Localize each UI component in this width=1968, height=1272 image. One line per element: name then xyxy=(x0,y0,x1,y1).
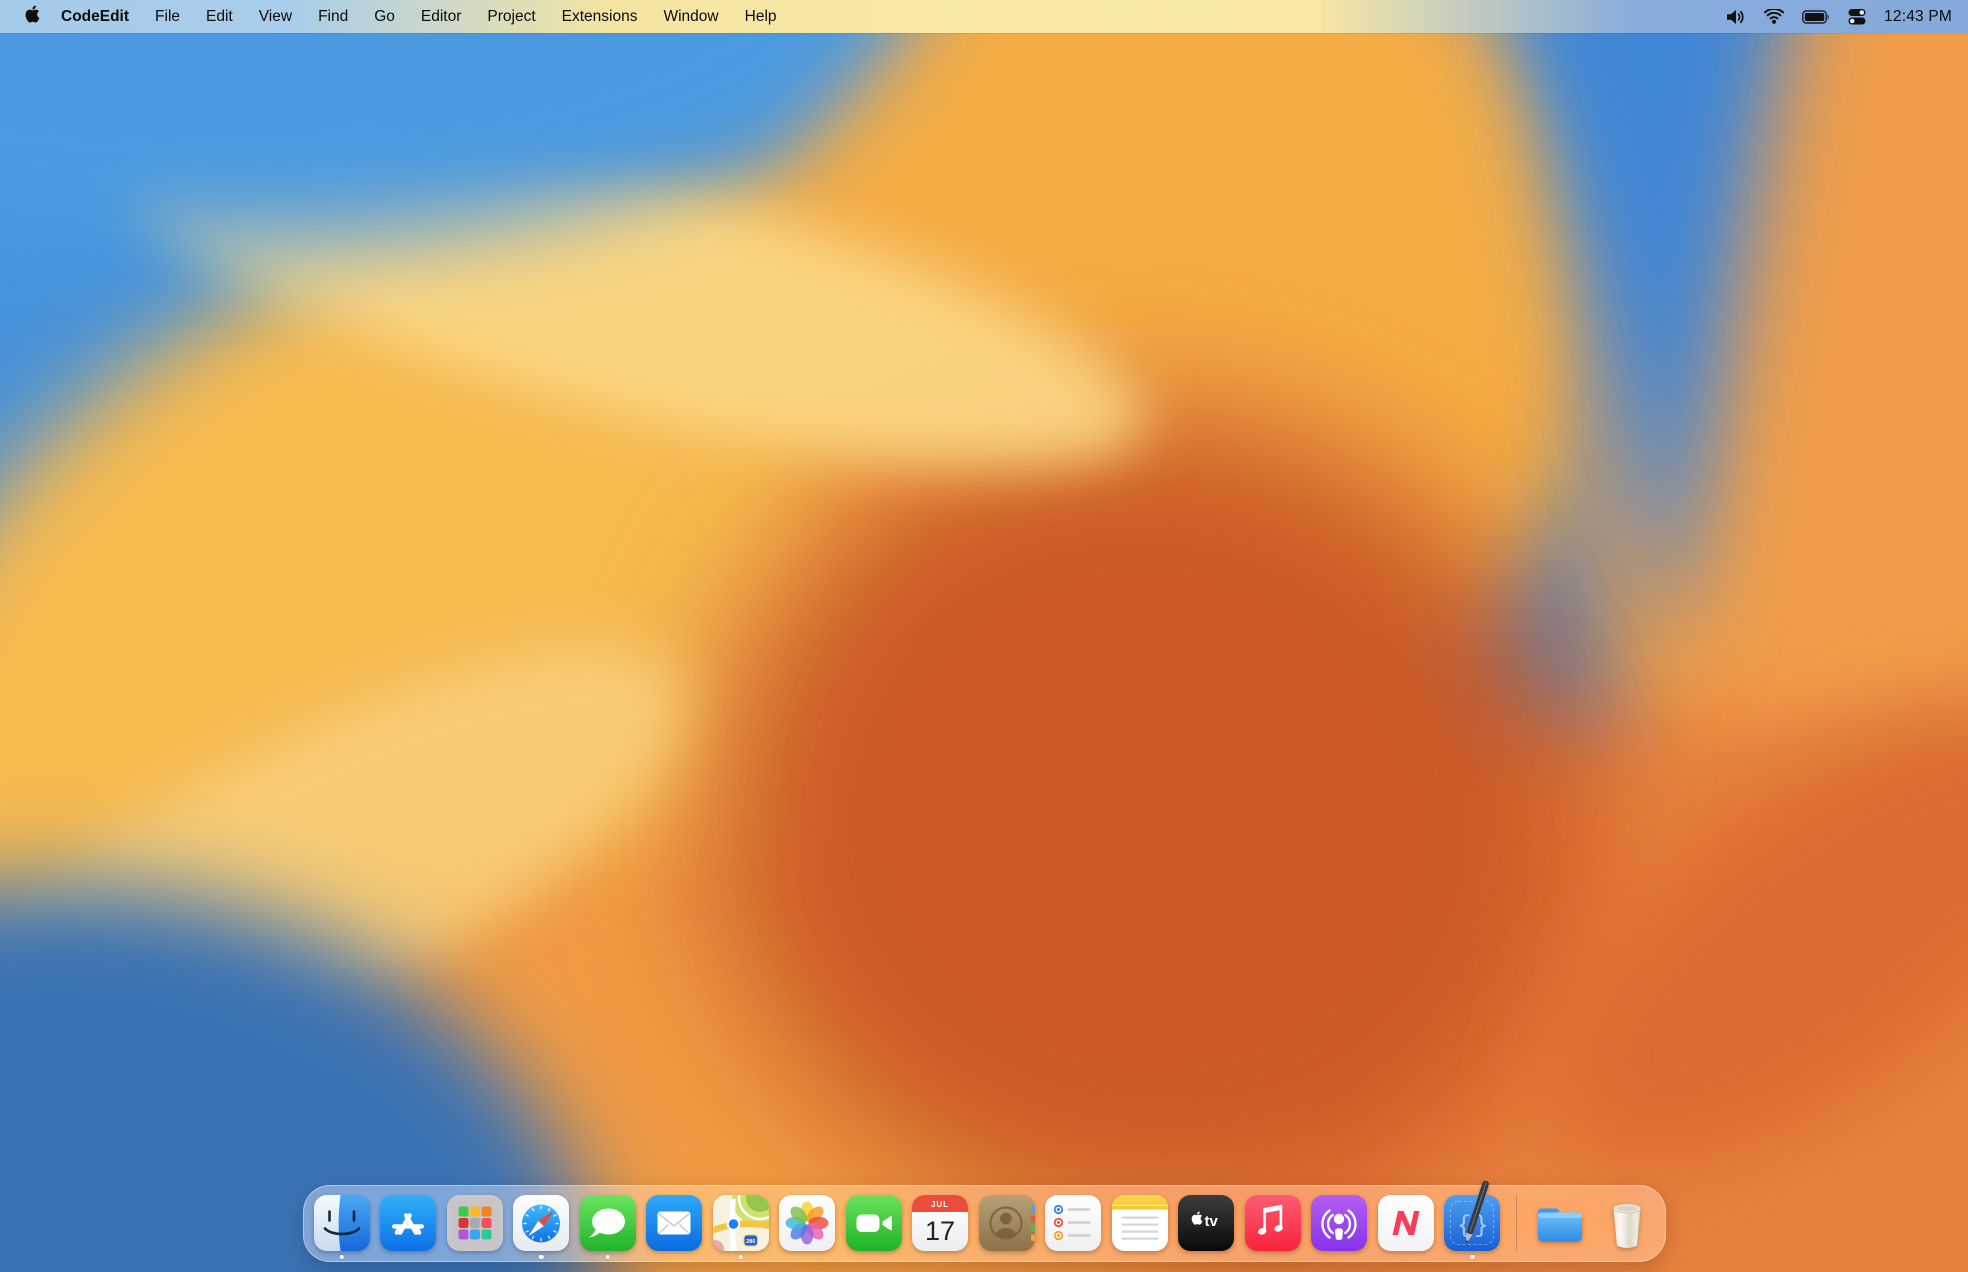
running-indicator xyxy=(539,1255,544,1260)
dock-item-notes[interactable] xyxy=(1112,1195,1168,1251)
contacts-icon xyxy=(979,1195,1035,1251)
dock-item-messages[interactable] xyxy=(580,1195,636,1251)
apple-menu[interactable] xyxy=(0,0,52,33)
dock-item-launchpad[interactable] xyxy=(447,1195,503,1251)
control-center-icon[interactable] xyxy=(1848,0,1866,33)
podcasts-icon xyxy=(1311,1195,1367,1251)
calendar-icon: JUL 17 xyxy=(912,1195,968,1251)
dock-item-folder[interactable] xyxy=(1532,1195,1588,1251)
dock-divider xyxy=(1516,1195,1517,1251)
tv-label: tv xyxy=(1205,1213,1219,1230)
trash-icon xyxy=(1599,1195,1655,1251)
dock-item-maps[interactable]: 280 xyxy=(713,1195,769,1251)
dock-item-app-store[interactable] xyxy=(380,1195,436,1251)
menu-bar: CodeEdit File Edit View Find Go Editor P… xyxy=(0,0,1968,33)
maps-highway-shield: 280 xyxy=(744,1235,758,1246)
maps-icon: 280 xyxy=(713,1195,769,1251)
dock-item-trash[interactable] xyxy=(1599,1195,1655,1251)
running-indicator xyxy=(339,1255,344,1260)
dock-container: 280 xyxy=(0,1185,1968,1262)
menu-view[interactable]: View xyxy=(246,0,305,33)
calendar-day: 17 xyxy=(925,1216,955,1246)
dock-item-calendar[interactable]: JUL 17 xyxy=(912,1195,968,1251)
dock-item-tv[interactable]: tv xyxy=(1178,1195,1234,1251)
menu-extensions[interactable]: Extensions xyxy=(549,0,651,33)
photos-icon xyxy=(779,1195,835,1251)
app-menus: CodeEdit File Edit View Find Go Editor P… xyxy=(52,0,790,33)
running-indicator xyxy=(738,1255,743,1260)
app-store-icon xyxy=(380,1195,436,1251)
music-icon xyxy=(1245,1195,1301,1251)
news-icon xyxy=(1378,1195,1434,1251)
folder-icon xyxy=(1532,1195,1588,1251)
dock-item-finder[interactable] xyxy=(314,1195,370,1251)
dock-item-mail[interactable] xyxy=(646,1195,702,1251)
menu-project[interactable]: Project xyxy=(474,0,548,33)
finder-icon xyxy=(314,1195,370,1251)
dock-item-facetime[interactable] xyxy=(846,1195,902,1251)
status-area: 12:43 PM xyxy=(1726,0,1968,33)
facetime-icon xyxy=(846,1195,902,1251)
dock-item-safari[interactable] xyxy=(513,1195,569,1251)
menu-find[interactable]: Find xyxy=(305,0,361,33)
battery-icon[interactable] xyxy=(1802,0,1830,33)
safari-icon xyxy=(513,1195,569,1251)
codeedit-icon: { } xyxy=(1444,1177,1500,1251)
menu-edit[interactable]: Edit xyxy=(193,0,246,33)
dock-item-podcasts[interactable] xyxy=(1311,1195,1367,1251)
wifi-icon[interactable] xyxy=(1764,0,1784,33)
mail-icon xyxy=(646,1195,702,1251)
dock-item-news[interactable] xyxy=(1378,1195,1434,1251)
dock-item-reminders[interactable] xyxy=(1045,1195,1101,1251)
tv-icon: tv xyxy=(1178,1195,1234,1251)
menu-help[interactable]: Help xyxy=(732,0,790,33)
reminders-icon xyxy=(1045,1195,1101,1251)
messages-icon xyxy=(580,1195,636,1251)
dock-item-photos[interactable] xyxy=(779,1195,835,1251)
menu-window[interactable]: Window xyxy=(650,0,731,33)
calendar-month: JUL xyxy=(931,1200,949,1209)
menu-go[interactable]: Go xyxy=(361,0,408,33)
apple-logo-icon xyxy=(24,4,41,29)
notes-icon xyxy=(1112,1195,1168,1251)
desktop-wallpaper xyxy=(0,0,1968,1272)
running-indicator xyxy=(605,1255,610,1260)
desktop: CodeEdit File Edit View Find Go Editor P… xyxy=(0,0,1968,1272)
dock-item-contacts[interactable] xyxy=(979,1195,1035,1251)
volume-icon[interactable] xyxy=(1726,0,1746,33)
svg-text:280: 280 xyxy=(746,1239,755,1245)
launchpad-icon xyxy=(447,1195,503,1251)
active-app-name[interactable]: CodeEdit xyxy=(52,0,142,33)
running-indicator xyxy=(1470,1255,1475,1260)
dock-item-music[interactable] xyxy=(1245,1195,1301,1251)
dock: 280 xyxy=(303,1185,1666,1262)
menu-editor[interactable]: Editor xyxy=(408,0,475,33)
clock[interactable]: 12:43 PM xyxy=(1884,8,1952,26)
dock-item-codeedit[interactable]: { } xyxy=(1444,1195,1500,1251)
menu-file[interactable]: File xyxy=(142,0,193,33)
